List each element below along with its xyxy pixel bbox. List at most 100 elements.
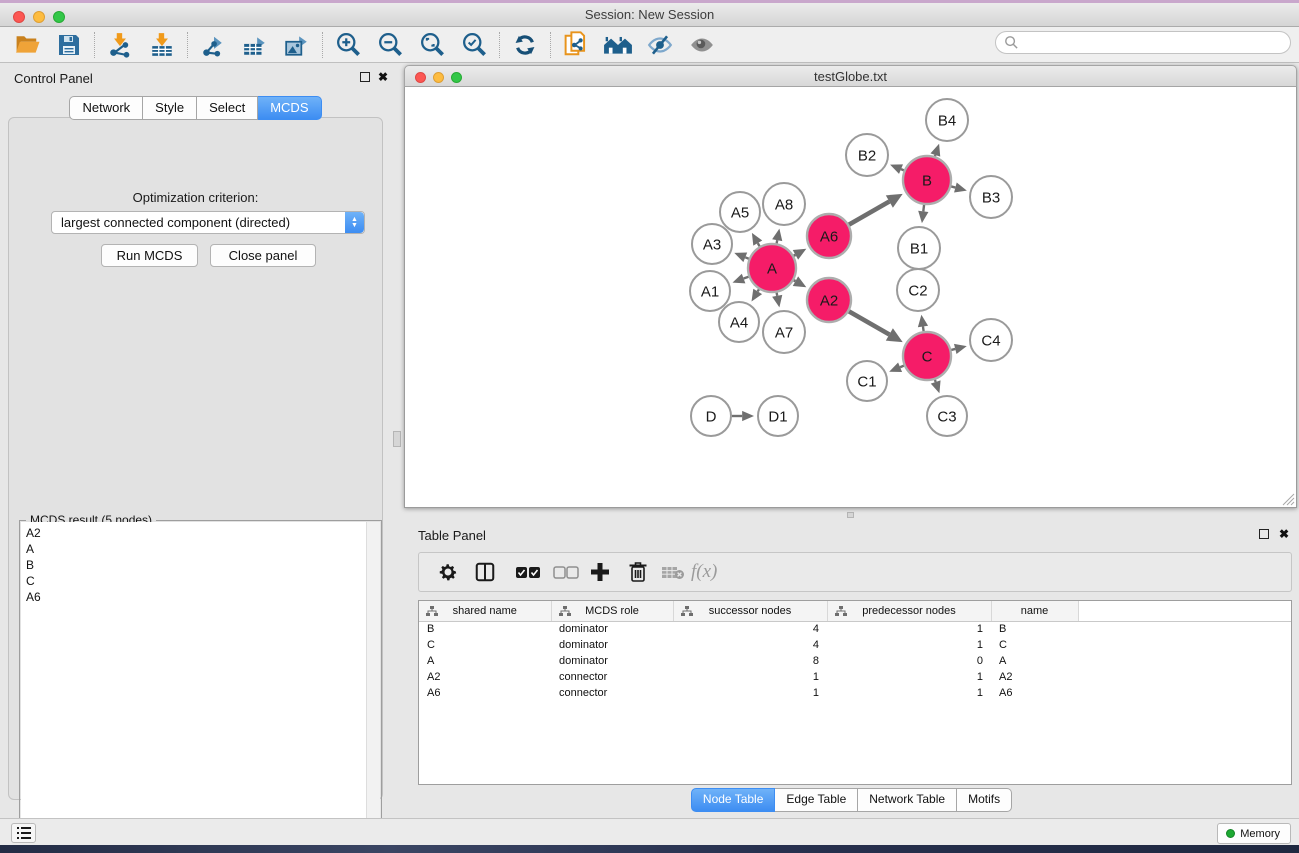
result-item[interactable]: A2	[26, 525, 366, 541]
divider-thumb[interactable]	[847, 512, 854, 518]
graph-node-B2[interactable]: B2	[846, 134, 888, 176]
network-canvas[interactable]: AA1A3A5A8A4A7A6A2BB1B2B3B4CC1C2C3C4DD1	[404, 87, 1297, 508]
delete-table-button[interactable]	[661, 553, 685, 591]
graph-edge-A-A3[interactable]	[734, 253, 749, 263]
graph-node-A8[interactable]: A8	[763, 183, 805, 225]
graph-node-C3[interactable]: C3	[927, 396, 967, 436]
graph-node-B1[interactable]: B1	[898, 227, 940, 269]
table-cell[interactable]: 1	[827, 637, 991, 653]
toggle-columns-button[interactable]	[474, 553, 496, 591]
table-cell[interactable]: connector	[551, 685, 673, 701]
close-network-button[interactable]	[415, 72, 426, 83]
close-panel-icon[interactable]: ✖	[1279, 527, 1289, 541]
table-cell[interactable]: dominator	[551, 621, 673, 637]
table-cell[interactable]: dominator	[551, 653, 673, 669]
table-cell[interactable]: A2	[991, 669, 1078, 685]
table-cell[interactable]: 1	[827, 621, 991, 637]
table-cell[interactable]: C	[991, 637, 1078, 653]
table-cell[interactable]: 4	[673, 637, 827, 653]
graph-edge-A6-B[interactable]	[849, 194, 903, 225]
graph-node-B3[interactable]: B3	[970, 176, 1012, 218]
close-panel-button[interactable]: Close panel	[210, 244, 316, 267]
graph-node-B[interactable]: B	[903, 156, 951, 204]
graph-edge-C-C1[interactable]	[889, 362, 904, 372]
table-row[interactable]: Adominator80A	[419, 653, 1291, 669]
zoom-out-button[interactable]	[369, 29, 411, 61]
column-header-mcds-role[interactable]: MCDS role	[551, 601, 673, 621]
table-row[interactable]: A2connector11A2	[419, 669, 1291, 685]
show-panels-button[interactable]	[11, 823, 36, 843]
import-table-button[interactable]	[141, 29, 183, 61]
zoom-fit-button[interactable]	[411, 29, 453, 61]
zoom-network-button[interactable]	[451, 72, 462, 83]
float-panel-icon[interactable]	[360, 72, 370, 82]
close-window-button[interactable]	[13, 11, 25, 23]
graph-node-C4[interactable]: C4	[970, 319, 1012, 361]
table-cell[interactable]: C	[419, 637, 551, 653]
network-from-selection-button[interactable]	[555, 29, 597, 61]
minimize-window-button[interactable]	[33, 11, 45, 23]
table-cell[interactable]: 4	[673, 621, 827, 637]
table-cell[interactable]: A6	[419, 685, 551, 701]
graph-node-A2[interactable]: A2	[807, 278, 851, 322]
table-cell[interactable]: dominator	[551, 637, 673, 653]
zoom-in-button[interactable]	[327, 29, 369, 61]
graph-node-A4[interactable]: A4	[719, 302, 759, 342]
save-session-button[interactable]	[48, 29, 90, 61]
graph-edge-A-A4[interactable]	[752, 289, 763, 302]
graph-node-D[interactable]: D	[691, 396, 731, 436]
result-item[interactable]: C	[26, 573, 366, 589]
table-cell[interactable]: 1	[827, 669, 991, 685]
table-cell[interactable]: 1	[827, 685, 991, 701]
minimize-network-button[interactable]	[433, 72, 444, 83]
resize-grip-icon[interactable]	[1281, 492, 1295, 506]
run-mcds-button[interactable]: Run MCDS	[101, 244, 198, 267]
tab-motifs[interactable]: Motifs	[957, 788, 1012, 812]
graph-node-A6[interactable]: A6	[807, 214, 851, 258]
column-header-shared-name[interactable]: shared name	[419, 601, 551, 621]
close-panel-icon[interactable]: ✖	[378, 70, 388, 84]
hide-selected-button[interactable]	[639, 29, 681, 61]
tab-edge-table[interactable]: Edge Table	[775, 788, 858, 812]
table-cell[interactable]: 1	[673, 669, 827, 685]
delete-column-button[interactable]	[628, 553, 648, 591]
graph-edge-C-C3[interactable]	[931, 380, 941, 394]
graph-edge-A-A1[interactable]	[733, 274, 749, 284]
add-column-button[interactable]	[590, 553, 610, 591]
graph-edge-C-C2[interactable]	[918, 315, 928, 331]
graph-node-C1[interactable]: C1	[847, 361, 887, 401]
tab-select[interactable]: Select	[197, 96, 258, 120]
function-builder-button[interactable]: f(x)	[691, 553, 717, 591]
graph-node-D1[interactable]: D1	[758, 396, 798, 436]
graph-edge-B-B4[interactable]	[930, 144, 940, 157]
graph-node-A1[interactable]: A1	[690, 271, 730, 311]
first-neighbors-button[interactable]	[597, 29, 639, 61]
column-header-successor-nodes[interactable]: successor nodes	[673, 601, 827, 621]
tab-network[interactable]: Network	[69, 96, 143, 120]
table-cell[interactable]: A	[419, 653, 551, 669]
open-session-button[interactable]	[6, 29, 48, 61]
float-panel-icon[interactable]	[1259, 529, 1269, 539]
table-cell[interactable]: connector	[551, 669, 673, 685]
zoom-window-button[interactable]	[53, 11, 65, 23]
tab-style[interactable]: Style	[143, 96, 197, 120]
import-network-button[interactable]	[99, 29, 141, 61]
show-all-button[interactable]	[681, 29, 723, 61]
clear-column-selection-button[interactable]	[553, 553, 579, 591]
graph-node-B4[interactable]: B4	[926, 99, 968, 141]
export-table-button[interactable]	[234, 29, 276, 61]
table-cell[interactable]: A	[991, 653, 1078, 669]
table-row[interactable]: Bdominator41B	[419, 621, 1291, 637]
horizontal-split-divider[interactable]	[404, 510, 1299, 520]
graph-edge-A-A8[interactable]	[772, 229, 782, 244]
refresh-layout-button[interactable]	[504, 29, 546, 61]
result-item[interactable]: A6	[26, 589, 366, 605]
graph-edge-A-A5[interactable]	[752, 233, 762, 246]
tab-mcds[interactable]: MCDS	[258, 96, 321, 120]
graph-node-A3[interactable]: A3	[692, 224, 732, 264]
graph-node-A5[interactable]: A5	[720, 192, 760, 232]
graph-edge-D-D1[interactable]	[732, 411, 754, 421]
optimization-criterion-select[interactable]: largest connected component (directed) ▲…	[51, 211, 365, 234]
divider-thumb[interactable]	[393, 431, 401, 447]
result-scrollbar[interactable]	[366, 522, 380, 853]
